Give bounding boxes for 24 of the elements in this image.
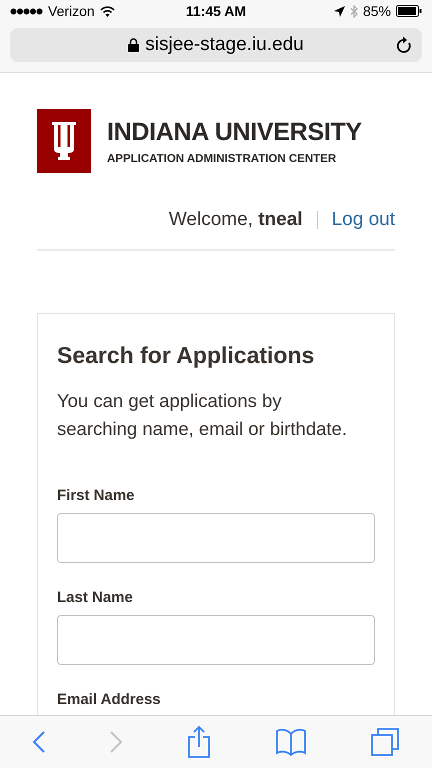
field-label: Last Name [57,589,133,606]
reload-icon[interactable] [396,36,412,54]
carrier-name: Verizon [48,3,95,19]
lock-icon [128,38,140,52]
address-bar[interactable]: sisjee-stage.iu.edu [10,28,422,62]
card-description: You can get applications by searching name, email or birthdate. [57,389,348,441]
field-label: First Name [57,487,135,504]
university-name: INDIANA UNIVERSITY [107,118,362,146]
site-subtitle: APPLICATION ADMINISTRATION CENTER [107,152,338,164]
bluetooth-icon [350,4,358,18]
welcome-text: Welcome, tneal [168,209,303,231]
field-label: Email Address [57,691,161,708]
wifi-icon [100,6,115,16]
input-field[interactable] [57,615,375,665]
location-arrow-icon [334,6,345,16]
clock-time: 11:45 AM [186,3,246,19]
battery-percent: 85% [362,3,391,19]
battery-icon [396,5,422,17]
university-logo [37,109,91,173]
input-field[interactable] [57,513,375,563]
card-title: Search for Applications [57,342,316,369]
signal-icon [10,8,43,14]
logout-link[interactable]: Log out [332,209,395,231]
page-url: sisjee-stage.iu.edu [145,34,304,56]
